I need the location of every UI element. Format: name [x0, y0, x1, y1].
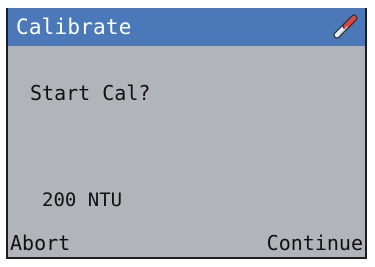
device-screen: Calibrate Start Cal? 200 NTU Abort Conti… [6, 8, 367, 259]
continue-button[interactable]: Continue [267, 231, 363, 255]
calibration-standard-value: 200 NTU [42, 189, 123, 211]
calibration-prompt: Start Cal? [30, 81, 151, 105]
title-bar: Calibrate [8, 8, 365, 46]
page-title: Calibrate [16, 15, 132, 39]
abort-button[interactable]: Abort [10, 231, 70, 255]
calibration-probe-icon [332, 14, 358, 40]
